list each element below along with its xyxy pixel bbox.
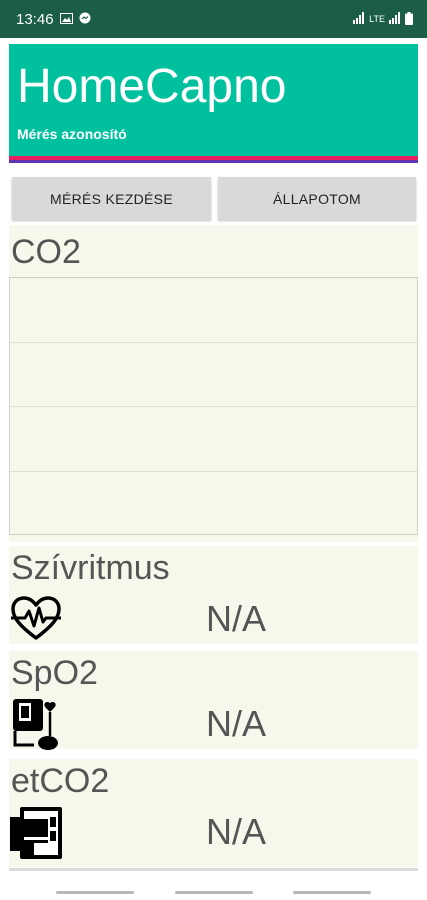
blood-pressure-icon (10, 699, 62, 751)
back-button[interactable] (293, 891, 371, 894)
heart-rate-label: Szívritmus (11, 549, 170, 587)
etco2-value: N/A (206, 811, 267, 852)
status-left: 13:46 (16, 11, 91, 28)
spo2-label: SpO2 (11, 654, 98, 692)
image-icon (59, 11, 73, 28)
chart-gridline (10, 471, 417, 472)
battery-icon (405, 11, 413, 27)
device-icon (10, 807, 62, 859)
spo2-value: N/A (206, 703, 267, 744)
heart-rate-value: N/A (206, 598, 267, 639)
app-title: HomeCapno (17, 60, 287, 113)
heart-rate-icon (10, 594, 62, 646)
navigation-bar (0, 872, 427, 900)
co2-chart (9, 277, 418, 535)
my-status-button[interactable]: ÁLLAPOTOM (218, 177, 416, 220)
etco2-panel: etCO2 N/A (9, 759, 418, 867)
chart-gridline (10, 406, 417, 407)
status-time: 13:46 (16, 10, 54, 28)
co2-label: CO2 (11, 233, 81, 271)
recent-apps-button[interactable] (56, 891, 134, 894)
signal-icon (353, 12, 365, 26)
app-header: HomeCapno Mérés azonosító (9, 44, 418, 160)
spo2-panel: SpO2 N/A (9, 651, 418, 751)
measurement-id: Mérés azonosító (17, 126, 127, 142)
heart-rate-panel: Szívritmus N/A (9, 546, 418, 644)
status-right: LTE (353, 11, 413, 27)
co2-panel: CO2 (9, 225, 418, 542)
etco2-label: etCO2 (11, 762, 110, 800)
signal-icon (389, 12, 401, 26)
chart-gridline (10, 342, 417, 343)
start-measurement-button[interactable]: MÉRÉS KEZDÉSE (12, 177, 211, 220)
status-bar: 13:46 LTE (0, 0, 427, 38)
network-type: LTE (369, 14, 385, 24)
messenger-icon (79, 11, 91, 28)
home-button[interactable] (175, 891, 253, 894)
bottom-divider (9, 868, 418, 871)
